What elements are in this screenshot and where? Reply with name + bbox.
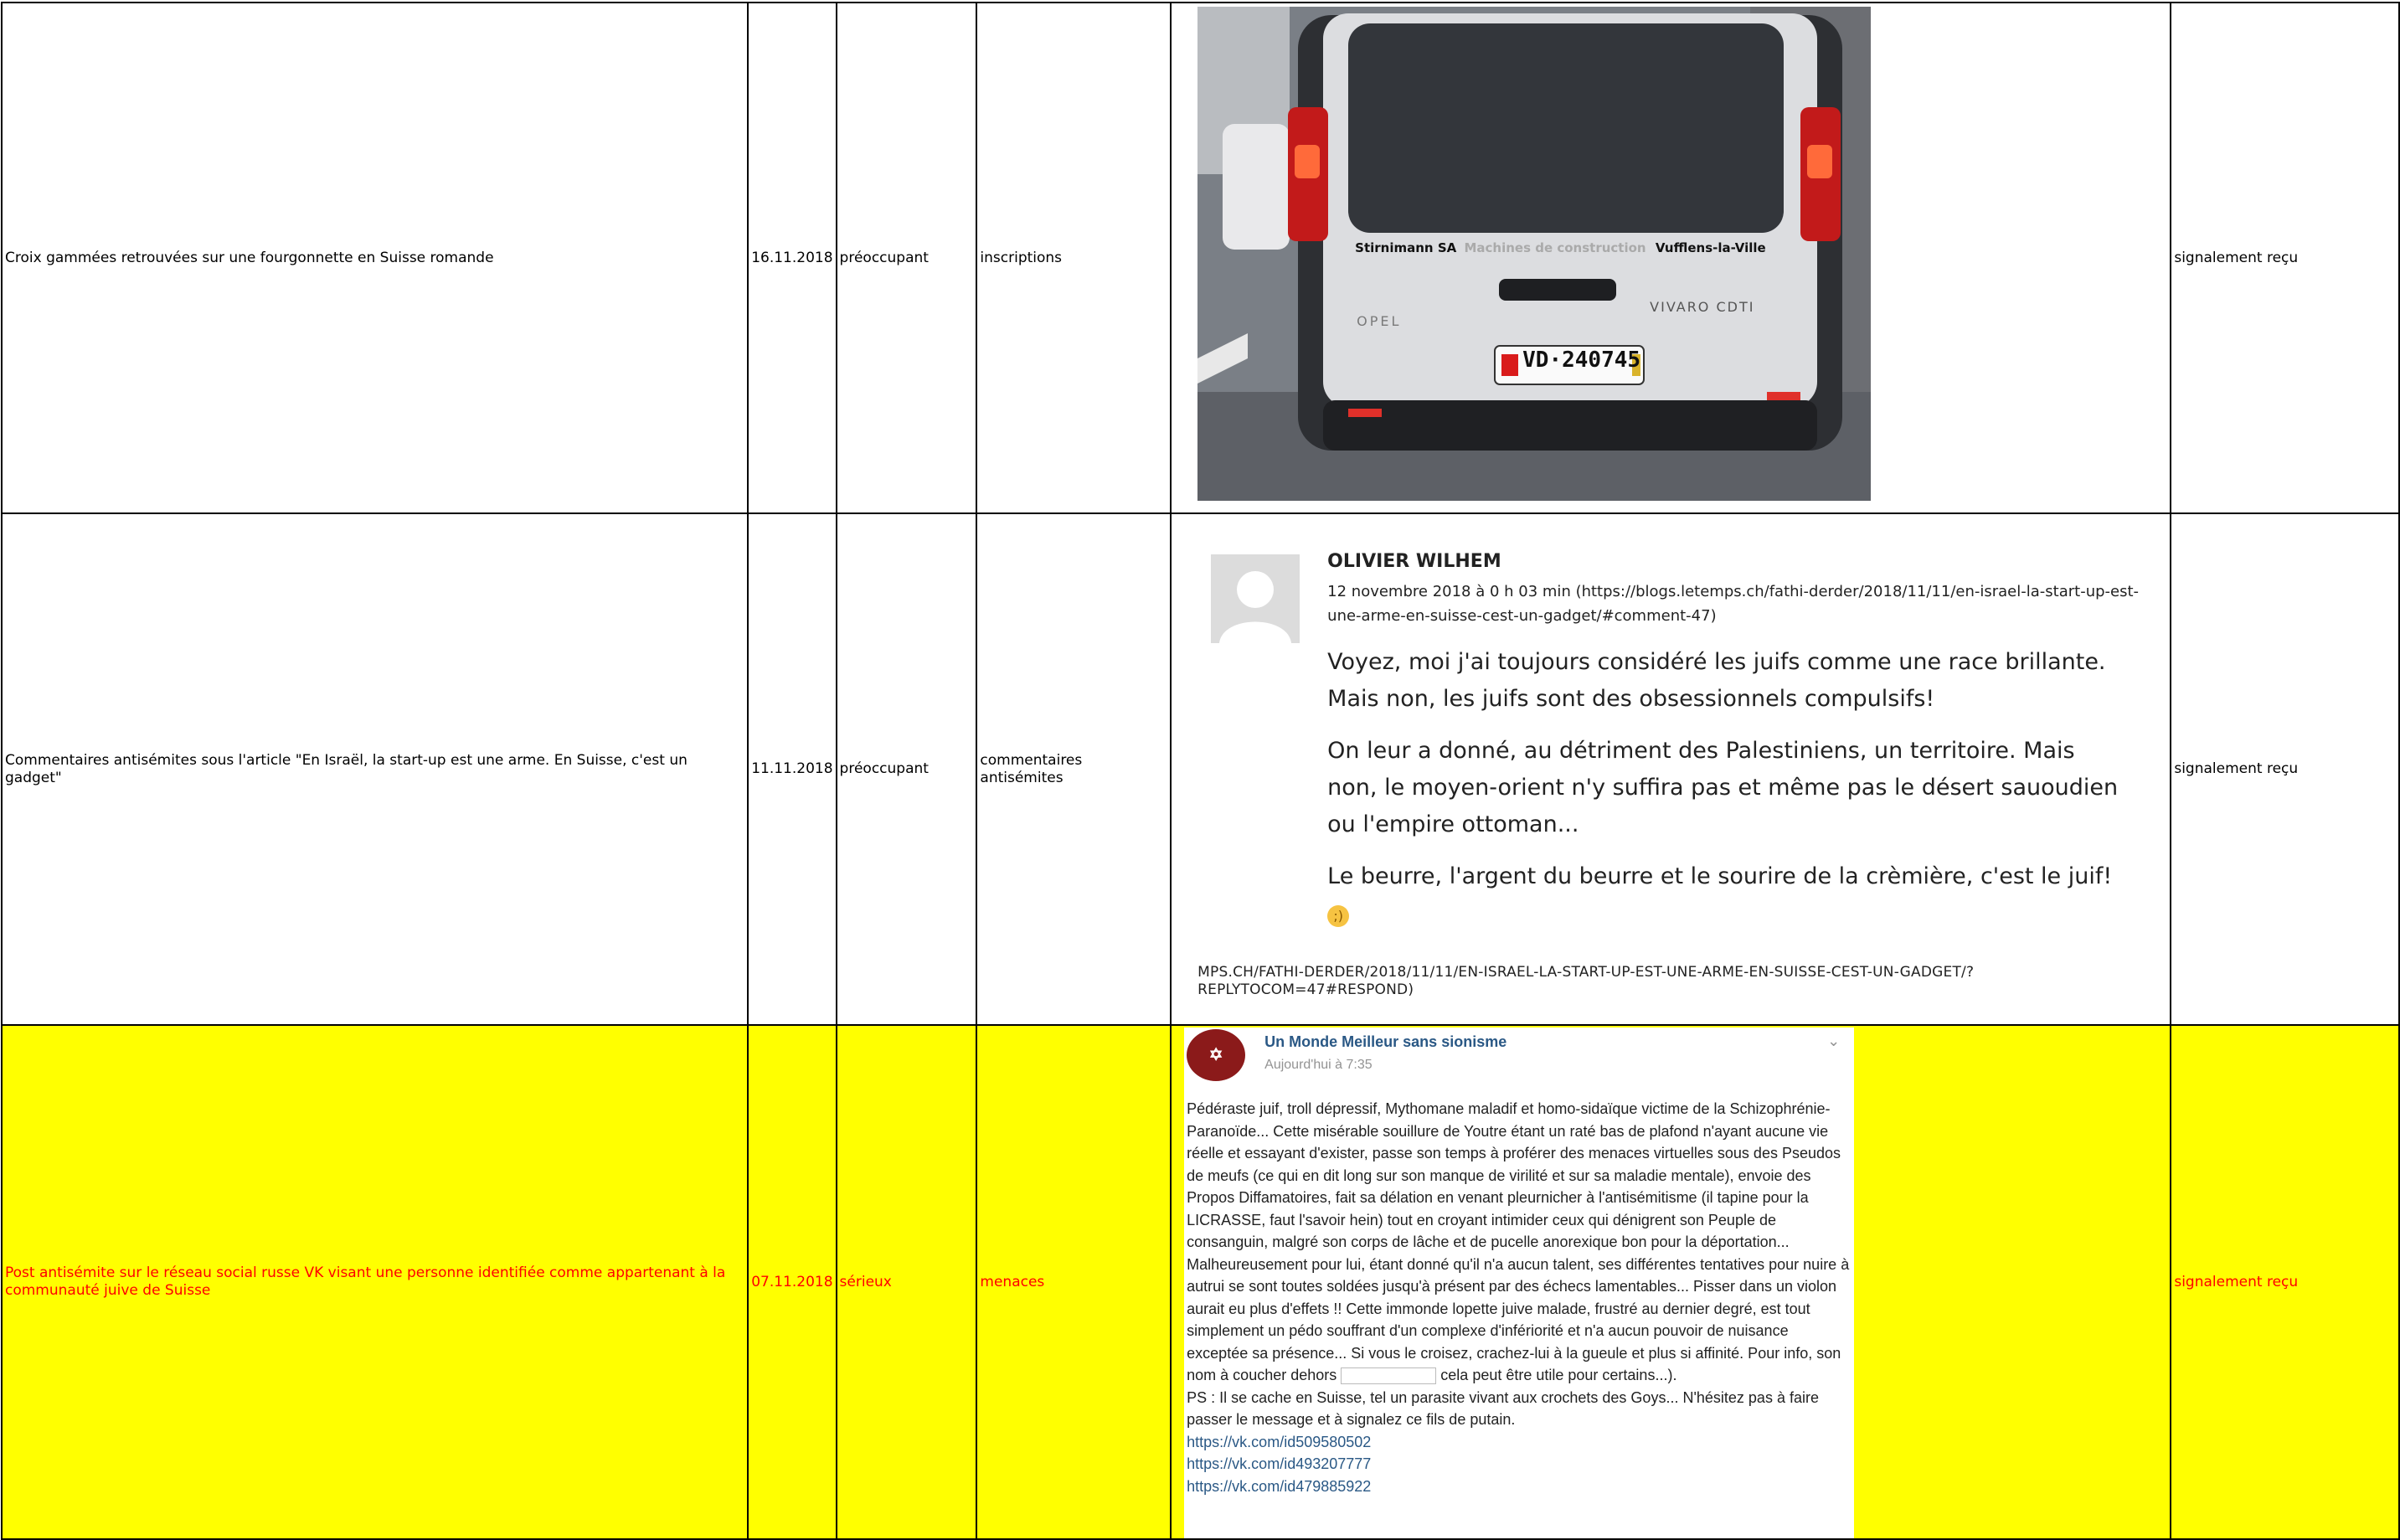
table-row: Croix gammées retrouvées sur une fourgon… bbox=[0, 2, 2400, 514]
vk-text-a: Pédéraste juif, troll dépressif, Mythoma… bbox=[1187, 1100, 1850, 1383]
cell-category[interactable]: commentaires antisémites bbox=[976, 512, 1172, 1026]
cell-image[interactable]: ✡ Un Monde Meilleur sans sionisme Aujour… bbox=[1170, 1024, 2172, 1540]
vk-text-c: PS : Il se cache en Suisse, tel un paras… bbox=[1187, 1388, 1819, 1429]
cell-status[interactable]: signalement reçu bbox=[2170, 2, 2400, 514]
vk-text-b: cela peut être utile pour certains...). bbox=[1440, 1367, 1677, 1383]
redacted-box bbox=[1341, 1367, 1437, 1385]
cell-category[interactable]: inscriptions bbox=[976, 2, 1172, 514]
van-model-label: VIVARO CDTI bbox=[1650, 299, 1755, 315]
cell-image[interactable]: OLIVIER WILHEM 12 novembre 2018 à 0 h 03… bbox=[1170, 512, 2172, 1026]
comment-p1: Voyez, moi j'ai toujours considéré les j… bbox=[1327, 649, 2106, 675]
cell-severity[interactable]: sérieux bbox=[835, 1024, 978, 1540]
vk-link[interactable]: https://vk.com/id493207777 bbox=[1187, 1453, 1852, 1476]
avatar bbox=[1211, 554, 1300, 643]
vk-post-text: Pédéraste juif, troll dépressif, Mythoma… bbox=[1187, 1098, 1852, 1497]
table-row: Post antisémite sur le réseau social rus… bbox=[0, 1024, 2400, 1540]
comment-reply-url: MPS.CH/FATHI-DERDER/2018/11/11/EN-ISRAEL… bbox=[1197, 964, 1975, 998]
cell-status[interactable]: signalement reçu bbox=[2170, 512, 2400, 1026]
cell-date[interactable]: 16.11.2018 bbox=[747, 2, 837, 514]
table-row: Commentaires antisémites sous l'article … bbox=[0, 512, 2400, 1026]
cell-date[interactable]: 07.11.2018 bbox=[747, 1024, 837, 1540]
cell-severity[interactable]: préoccupant bbox=[835, 512, 978, 1026]
van-plate: VD·240745 bbox=[1522, 348, 1641, 373]
van-brand-label: OPEL bbox=[1357, 313, 1402, 329]
comment-body: Voyez, moi j'ai toujours considéré les j… bbox=[1327, 644, 2131, 932]
cell-title[interactable]: Commentaires antisémites sous l'article … bbox=[0, 512, 749, 1026]
cell-severity[interactable]: préoccupant bbox=[835, 2, 978, 514]
cell-status[interactable]: signalement reçu bbox=[2170, 1024, 2400, 1540]
cell-category[interactable]: menaces bbox=[976, 1024, 1172, 1540]
van-photo: Stirnimann SA Machines de construction V… bbox=[1197, 7, 1872, 501]
comment-p3: Le beurre, l'argent du beurre et le sour… bbox=[1327, 863, 2113, 889]
vk-link[interactable]: https://vk.com/id479885922 bbox=[1187, 1476, 1852, 1498]
comment-author: OLIVIER WILHEM bbox=[1327, 551, 1501, 572]
cell-date[interactable]: 11.11.2018 bbox=[747, 512, 837, 1026]
vk-post-time: Aujourd'hui à 7:35 bbox=[1264, 1058, 1373, 1072]
vk-post-screenshot: ✡ Un Monde Meilleur sans sionisme Aujour… bbox=[1184, 1028, 1855, 1537]
report-table: Croix gammées retrouvées sur une fourgon… bbox=[0, 2, 2400, 1540]
cell-title[interactable]: Croix gammées retrouvées sur une fourgon… bbox=[0, 2, 749, 514]
comment-p2: On leur a donné, au détriment des Palest… bbox=[1327, 738, 2119, 837]
comment-screenshot: OLIVIER WILHEM 12 novembre 2018 à 0 h 03… bbox=[1197, 523, 2161, 1017]
cell-title[interactable]: Post antisémite sur le réseau social rus… bbox=[0, 1024, 749, 1540]
comment-meta: 12 novembre 2018 à 0 h 03 min (https://b… bbox=[1327, 583, 2140, 625]
group-logo-icon: ✡ bbox=[1187, 1029, 1246, 1081]
vk-link[interactable]: https://vk.com/id509580502 bbox=[1187, 1431, 1852, 1454]
wink-emoji-icon: ;) bbox=[1327, 905, 1350, 927]
comment-p1b: Mais non, les juifs sont des obsessionne… bbox=[1327, 686, 1935, 712]
chevron-down-icon: ⌄ bbox=[1827, 1033, 1841, 1049]
van-company-label: Stirnimann SA Machines de construction V… bbox=[1355, 240, 1766, 255]
cell-image[interactable]: Stirnimann SA Machines de construction V… bbox=[1170, 2, 2172, 514]
vk-group-name: Un Monde Meilleur sans sionisme bbox=[1264, 1033, 1507, 1050]
